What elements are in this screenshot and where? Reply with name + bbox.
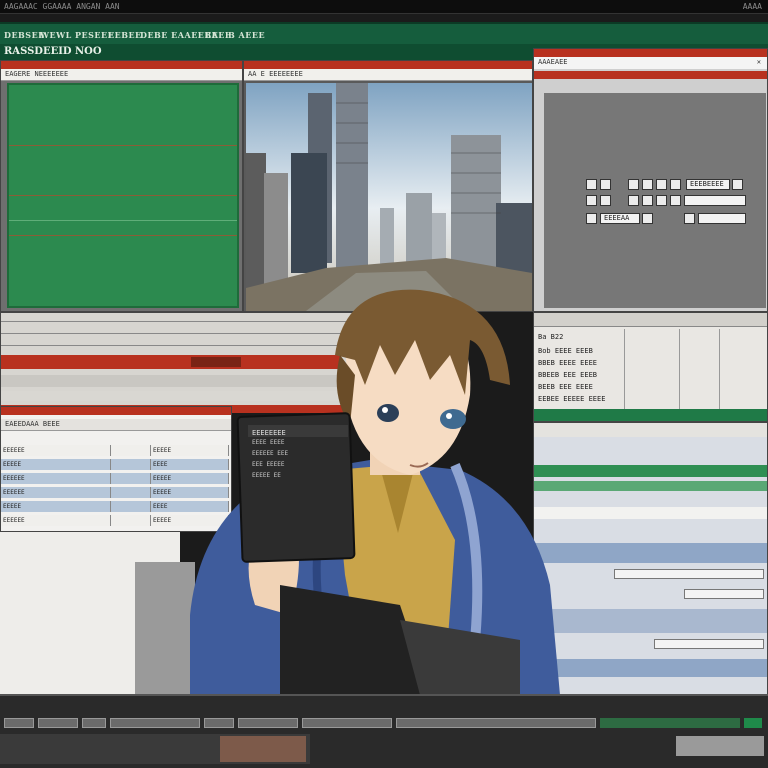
menu-item-6[interactable]: B AEEE bbox=[228, 30, 265, 40]
image-viewer-window[interactable]: AA E EEEEEEEE bbox=[243, 60, 533, 312]
option-checkbox[interactable] bbox=[670, 179, 681, 190]
settings-window[interactable]: AAAEAEE ✕ EEEBEEEE EEEEAA bbox=[533, 48, 768, 312]
table-cell: EEEEEE bbox=[1, 445, 111, 456]
taskbar-thumbnail[interactable] bbox=[220, 736, 306, 762]
device-line: EEEE EEEE bbox=[252, 439, 285, 446]
taskbar-indicator[interactable] bbox=[744, 718, 762, 728]
option-checkbox[interactable] bbox=[586, 195, 597, 206]
option-checkbox[interactable] bbox=[586, 179, 597, 190]
green-grid-window[interactable]: EAGERE NEEEEEEE bbox=[0, 60, 243, 312]
table-cell bbox=[111, 445, 151, 456]
settings-button[interactable]: EEEBEEEE bbox=[686, 179, 730, 190]
option-checkbox[interactable] bbox=[684, 213, 695, 224]
guide-line bbox=[9, 235, 237, 236]
option-checkbox[interactable] bbox=[600, 195, 611, 206]
table-cell bbox=[111, 473, 151, 484]
menu-bar: DEBSEE WEWL PESEEE EEBEE DEBE EAAEEBE EA… bbox=[0, 22, 768, 44]
option-checkbox[interactable] bbox=[642, 179, 653, 190]
taskbar-button[interactable] bbox=[4, 718, 34, 728]
table-cell bbox=[111, 515, 151, 526]
option-checkbox[interactable] bbox=[656, 179, 667, 190]
system-bar-text: AAGAAAC GGAAAA ANGAN AAN bbox=[4, 2, 120, 11]
window-title: AA E EEEEEEEE bbox=[248, 70, 303, 78]
column-divider bbox=[719, 329, 720, 409]
device-title: EEEEEEEE bbox=[248, 425, 348, 437]
option-checkbox[interactable] bbox=[586, 213, 597, 224]
table-cell: EEEEEE bbox=[1, 487, 111, 498]
guide-line bbox=[9, 145, 237, 146]
window-accent-bar bbox=[534, 71, 767, 79]
menu-item-3[interactable]: EEBEE bbox=[108, 30, 142, 40]
bottom-taskbar bbox=[0, 694, 768, 768]
taskbar-progress bbox=[600, 718, 740, 728]
window-titlebar[interactable]: EAGERE NEEEEEEE bbox=[1, 69, 242, 81]
settings-field[interactable]: EEEEAA bbox=[600, 213, 640, 224]
anime-character-illustration: EEEEEEEE EEEE EEEE EEEEEE EEE EEE EEEEE … bbox=[170, 285, 630, 695]
grid-cell-field[interactable] bbox=[654, 639, 764, 649]
table-cell: EEEEE bbox=[1, 459, 111, 470]
close-icon[interactable]: ✕ bbox=[757, 58, 761, 66]
sheet-header-label: EAEEDAAA BEEE bbox=[5, 420, 60, 428]
grid-cell-field[interactable] bbox=[614, 569, 764, 579]
taskbar-button[interactable] bbox=[82, 718, 106, 728]
menu-item-1[interactable]: DEBSEE bbox=[4, 30, 45, 40]
window-accent-bar bbox=[534, 49, 767, 57]
taskbar-thumbnail[interactable] bbox=[676, 736, 764, 756]
city-skyline-image bbox=[246, 83, 532, 311]
taskbar-button[interactable] bbox=[238, 718, 298, 728]
option-checkbox[interactable] bbox=[628, 179, 639, 190]
window-titlebar[interactable]: AA E EEEEEEEE bbox=[244, 69, 532, 81]
option-checkbox[interactable] bbox=[642, 213, 653, 224]
option-checkbox[interactable] bbox=[628, 195, 639, 206]
table-cell bbox=[111, 487, 151, 498]
column-divider bbox=[679, 329, 680, 409]
device-line: EEEEEE EEE bbox=[252, 450, 289, 457]
window-title: AAAEAEE bbox=[538, 58, 568, 66]
option-checkbox[interactable] bbox=[600, 179, 611, 190]
option-checkbox[interactable] bbox=[732, 179, 743, 190]
taskbar-button[interactable] bbox=[110, 718, 200, 728]
table-cell bbox=[111, 459, 151, 470]
app-title: RASSDEEID NOO bbox=[4, 46, 102, 57]
option-checkbox[interactable] bbox=[670, 195, 681, 206]
taskbar-button[interactable] bbox=[302, 718, 392, 728]
settings-body: EEEBEEEE EEEEAA bbox=[544, 93, 766, 308]
guide-line bbox=[9, 195, 237, 196]
window-titlebar[interactable]: AAAEAEE ✕ bbox=[534, 57, 767, 69]
settings-field[interactable] bbox=[698, 213, 746, 224]
top-system-bar: AAGAAAC GGAAAA ANGAN AAN AAAA bbox=[0, 0, 768, 14]
table-cell bbox=[111, 501, 151, 512]
taskbar-button[interactable] bbox=[38, 718, 78, 728]
option-checkbox[interactable] bbox=[642, 195, 653, 206]
device-line: EEEEE EE bbox=[252, 472, 281, 479]
handheld-device-screen: EEEEEEEE EEEE EEEE EEEEEE EEE EEE EEEEE … bbox=[248, 425, 348, 545]
device-line: EEE EEEEE bbox=[252, 461, 285, 468]
system-bar-right-text: AAAA bbox=[742, 2, 762, 11]
menu-item-2[interactable]: WEWL PESEEE bbox=[40, 30, 114, 40]
window-accent-bar bbox=[244, 61, 532, 69]
settings-field[interactable] bbox=[684, 195, 746, 206]
window-title: EAGERE NEEEEEEE bbox=[5, 70, 69, 78]
guide-line bbox=[9, 220, 237, 221]
grid-cell-field[interactable] bbox=[684, 589, 764, 599]
table-cell: EEEEEE bbox=[1, 473, 111, 484]
option-checkbox[interactable] bbox=[656, 195, 667, 206]
table-cell: EEEEE bbox=[1, 501, 111, 512]
green-canvas[interactable] bbox=[7, 83, 239, 308]
table-cell: EEEEEE bbox=[1, 515, 111, 526]
taskbar-button[interactable] bbox=[204, 718, 234, 728]
window-accent-bar bbox=[1, 61, 242, 69]
taskbar-button[interactable] bbox=[396, 718, 596, 728]
